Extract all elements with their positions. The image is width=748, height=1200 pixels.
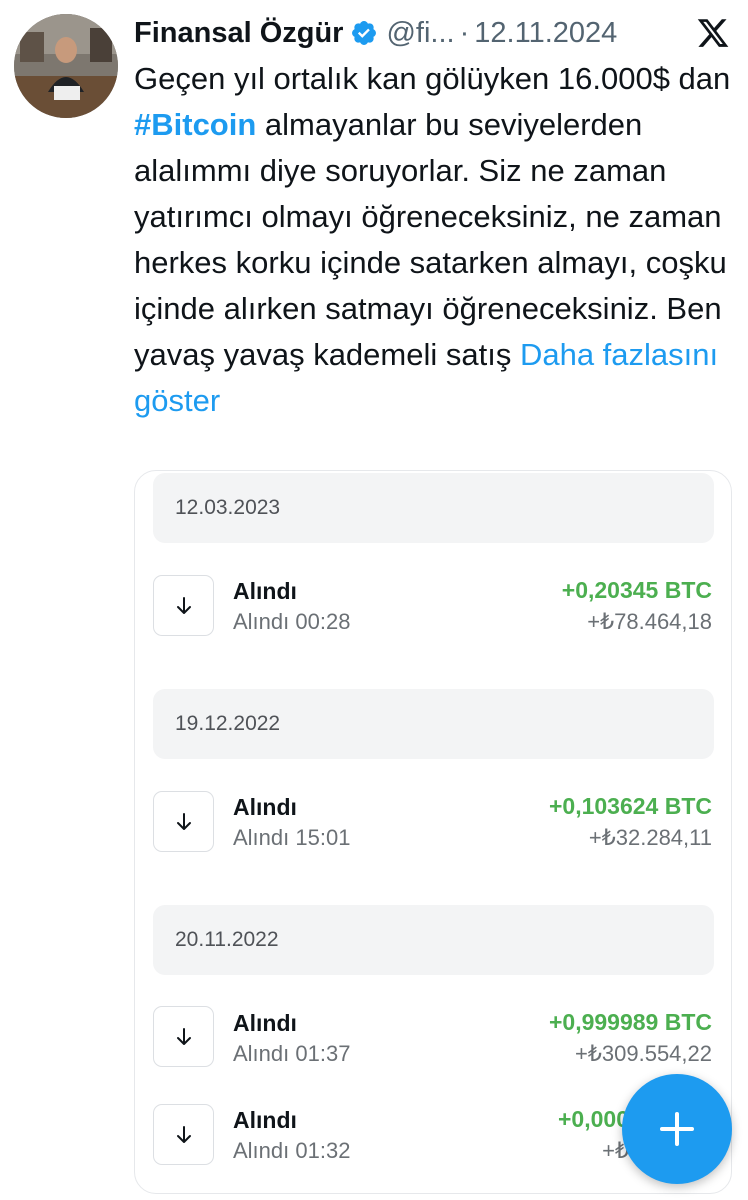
transaction-subtitle: Alındı 01:37 — [233, 1041, 351, 1066]
tweet-header: Finansal Özgür @fi... · 12.11.2024 — [134, 12, 734, 54]
transaction-amount: +0,103624 BTC — [548, 793, 712, 819]
transaction-fiat: +₺309.554,22 — [575, 1041, 712, 1066]
plus-icon — [660, 1112, 694, 1146]
compose-button[interactable] — [622, 1074, 732, 1184]
transaction-fiat: +₺32.284,11 — [588, 825, 712, 850]
tweet-text-part: almayanlar bu seviyelerden alalımmı diye… — [134, 107, 727, 372]
tweet-body: Geçen yıl ortalık kan gölüyken 16.000$ d… — [134, 56, 734, 424]
transaction-fiat: +₺78.464,18 — [587, 609, 712, 634]
verified-badge-icon — [350, 19, 378, 47]
transaction-subtitle: Alındı 00:28 — [233, 609, 351, 634]
transaction-title: Alındı — [233, 794, 297, 820]
date-header: 19.12.2022 — [153, 689, 714, 759]
date-header: 12.03.2023 — [153, 473, 714, 543]
arrow-down-icon — [153, 791, 214, 852]
hashtag-link[interactable]: #Bitcoin — [134, 107, 256, 142]
date-header: 20.11.2022 — [153, 905, 714, 975]
tweet-text-part: Geçen yıl ortalık kan gölüyken 16.000$ d… — [134, 61, 731, 96]
transaction-amount: +0,000 — [558, 1106, 629, 1132]
x-logo-icon[interactable] — [696, 16, 730, 50]
transaction-title: Alındı — [233, 1107, 297, 1133]
transaction-amount: +0,20345 BTC — [561, 577, 712, 603]
transaction-title: Alındı — [233, 578, 297, 604]
transaction-subtitle: Alındı 01:32 — [233, 1138, 351, 1163]
header-separator: · — [459, 16, 470, 49]
author-handle[interactable]: @fi... — [386, 17, 454, 50]
transaction-subtitle: Alındı 15:01 — [233, 825, 351, 850]
author-name[interactable]: Finansal Özgür — [134, 17, 343, 50]
transaction-title: Alındı — [233, 1010, 297, 1036]
author-avatar[interactable] — [14, 14, 118, 118]
avatar-photo — [14, 14, 118, 118]
arrow-down-icon — [153, 575, 214, 636]
tweet-date[interactable]: 12.11.2024 — [474, 17, 617, 50]
transaction-amount: +0,999989 BTC — [548, 1009, 712, 1035]
arrow-down-icon — [153, 1104, 214, 1165]
arrow-down-icon — [153, 1006, 214, 1067]
